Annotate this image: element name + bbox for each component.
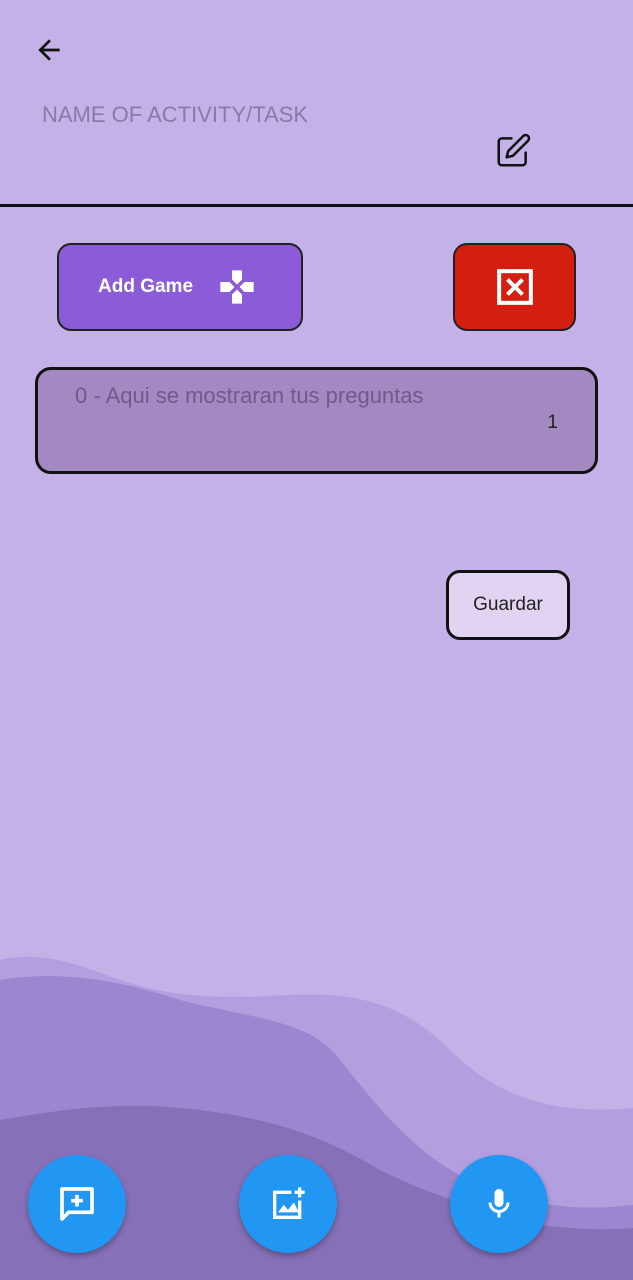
add-comment-icon bbox=[60, 1187, 94, 1221]
back-button[interactable] bbox=[28, 30, 70, 70]
close-box-icon bbox=[496, 269, 533, 305]
close-button[interactable] bbox=[453, 243, 576, 331]
edit-button[interactable] bbox=[492, 130, 534, 172]
add-photo-icon bbox=[273, 1187, 305, 1219]
question-count: 1 bbox=[547, 412, 558, 433]
gamepad-icon bbox=[217, 267, 257, 307]
add-game-label: Add Game bbox=[98, 276, 194, 297]
add-comment-button[interactable] bbox=[28, 1155, 126, 1253]
question-text: 0 - Aqui se mostraran tus preguntas bbox=[75, 383, 424, 408]
add-photo-button[interactable] bbox=[239, 1155, 337, 1253]
question-list-item[interactable]: 0 - Aqui se mostraran tus preguntas 1 bbox=[35, 367, 598, 474]
microphone-button[interactable] bbox=[450, 1155, 548, 1253]
add-game-button[interactable]: Add Game bbox=[57, 243, 303, 331]
activity-title-input[interactable] bbox=[42, 100, 472, 130]
activity-title-field[interactable] bbox=[0, 80, 633, 207]
edit-icon bbox=[497, 133, 531, 167]
arrow-back-icon bbox=[38, 39, 60, 61]
mic-icon bbox=[488, 1189, 510, 1218]
save-button[interactable]: Guardar bbox=[446, 570, 570, 640]
